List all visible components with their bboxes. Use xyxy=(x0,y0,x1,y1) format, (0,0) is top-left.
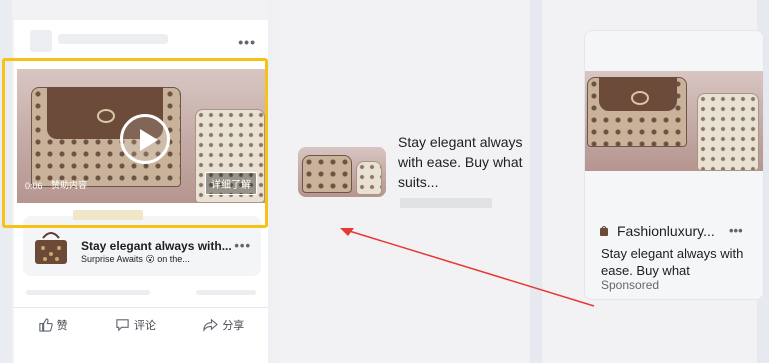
blurred-comments-count xyxy=(196,290,256,295)
bag-icon xyxy=(600,226,608,236)
like-button[interactable]: 赞 xyxy=(38,317,68,333)
feed-ad-preview: ••• 0:06 赞助内容 详细了解 Stay elegant always w… xyxy=(14,20,268,363)
post-action-bar: 赞 评论 分享 xyxy=(14,307,268,341)
blurred-page-name xyxy=(58,34,168,44)
blurred-label xyxy=(73,210,143,220)
compact-ad-thumbnail[interactable] xyxy=(298,147,386,197)
play-icon[interactable] xyxy=(120,114,170,164)
handbag-image-light xyxy=(356,161,382,195)
blurred-avatar xyxy=(30,30,52,52)
video-duration: 0:06 xyxy=(25,181,43,191)
share-label: 分享 xyxy=(222,319,245,332)
ad-subtitle: Surprise Awaits 😮 on the... xyxy=(81,254,190,264)
sponsored-label: Sponsored xyxy=(601,278,660,292)
sidebar-ad-menu-button[interactable]: ••• xyxy=(729,223,743,238)
bag-icon xyxy=(35,232,67,264)
background-strip xyxy=(0,0,12,363)
compact-ad-text[interactable]: Stay elegant always with ease. Buy what … xyxy=(398,132,528,192)
blurred-url xyxy=(400,198,492,208)
brand-name[interactable]: Fashionluxury... xyxy=(617,223,715,239)
post-menu-button[interactable]: ••• xyxy=(238,34,256,50)
ad-link-card[interactable]: Stay elegant always with... Surprise Awa… xyxy=(23,210,261,276)
blurred-reactions xyxy=(26,290,150,295)
ad-menu-button[interactable]: ••• xyxy=(234,238,251,253)
sidebar-ad-description: Stay elegant always with ease. Buy what xyxy=(601,246,744,278)
comment-icon xyxy=(116,319,129,332)
video-player[interactable]: 0:06 赞助内容 详细了解 xyxy=(17,69,265,203)
sidebar-ad[interactable]: Fashionluxury... ••• Stay elegant always… xyxy=(584,30,764,300)
handbag-clasp xyxy=(97,109,115,123)
share-button[interactable]: 分享 xyxy=(203,317,244,333)
sidebar-ad-image[interactable] xyxy=(585,71,763,171)
sponsored-tag: 赞助内容 xyxy=(51,180,88,190)
handbag-image xyxy=(302,155,352,193)
annotation-arrow xyxy=(340,228,595,307)
comment-button[interactable]: 评论 xyxy=(115,317,156,333)
comment-label: 评论 xyxy=(133,319,156,332)
like-label: 赞 xyxy=(56,319,68,332)
handbag-clasp xyxy=(631,91,649,105)
like-icon xyxy=(38,318,53,332)
learn-more-button[interactable]: 详细了解 xyxy=(205,172,257,195)
handbag-image-light xyxy=(697,93,759,171)
background-strip xyxy=(268,0,280,363)
ad-title: Stay elegant always with... xyxy=(81,239,232,253)
share-icon xyxy=(203,318,219,332)
